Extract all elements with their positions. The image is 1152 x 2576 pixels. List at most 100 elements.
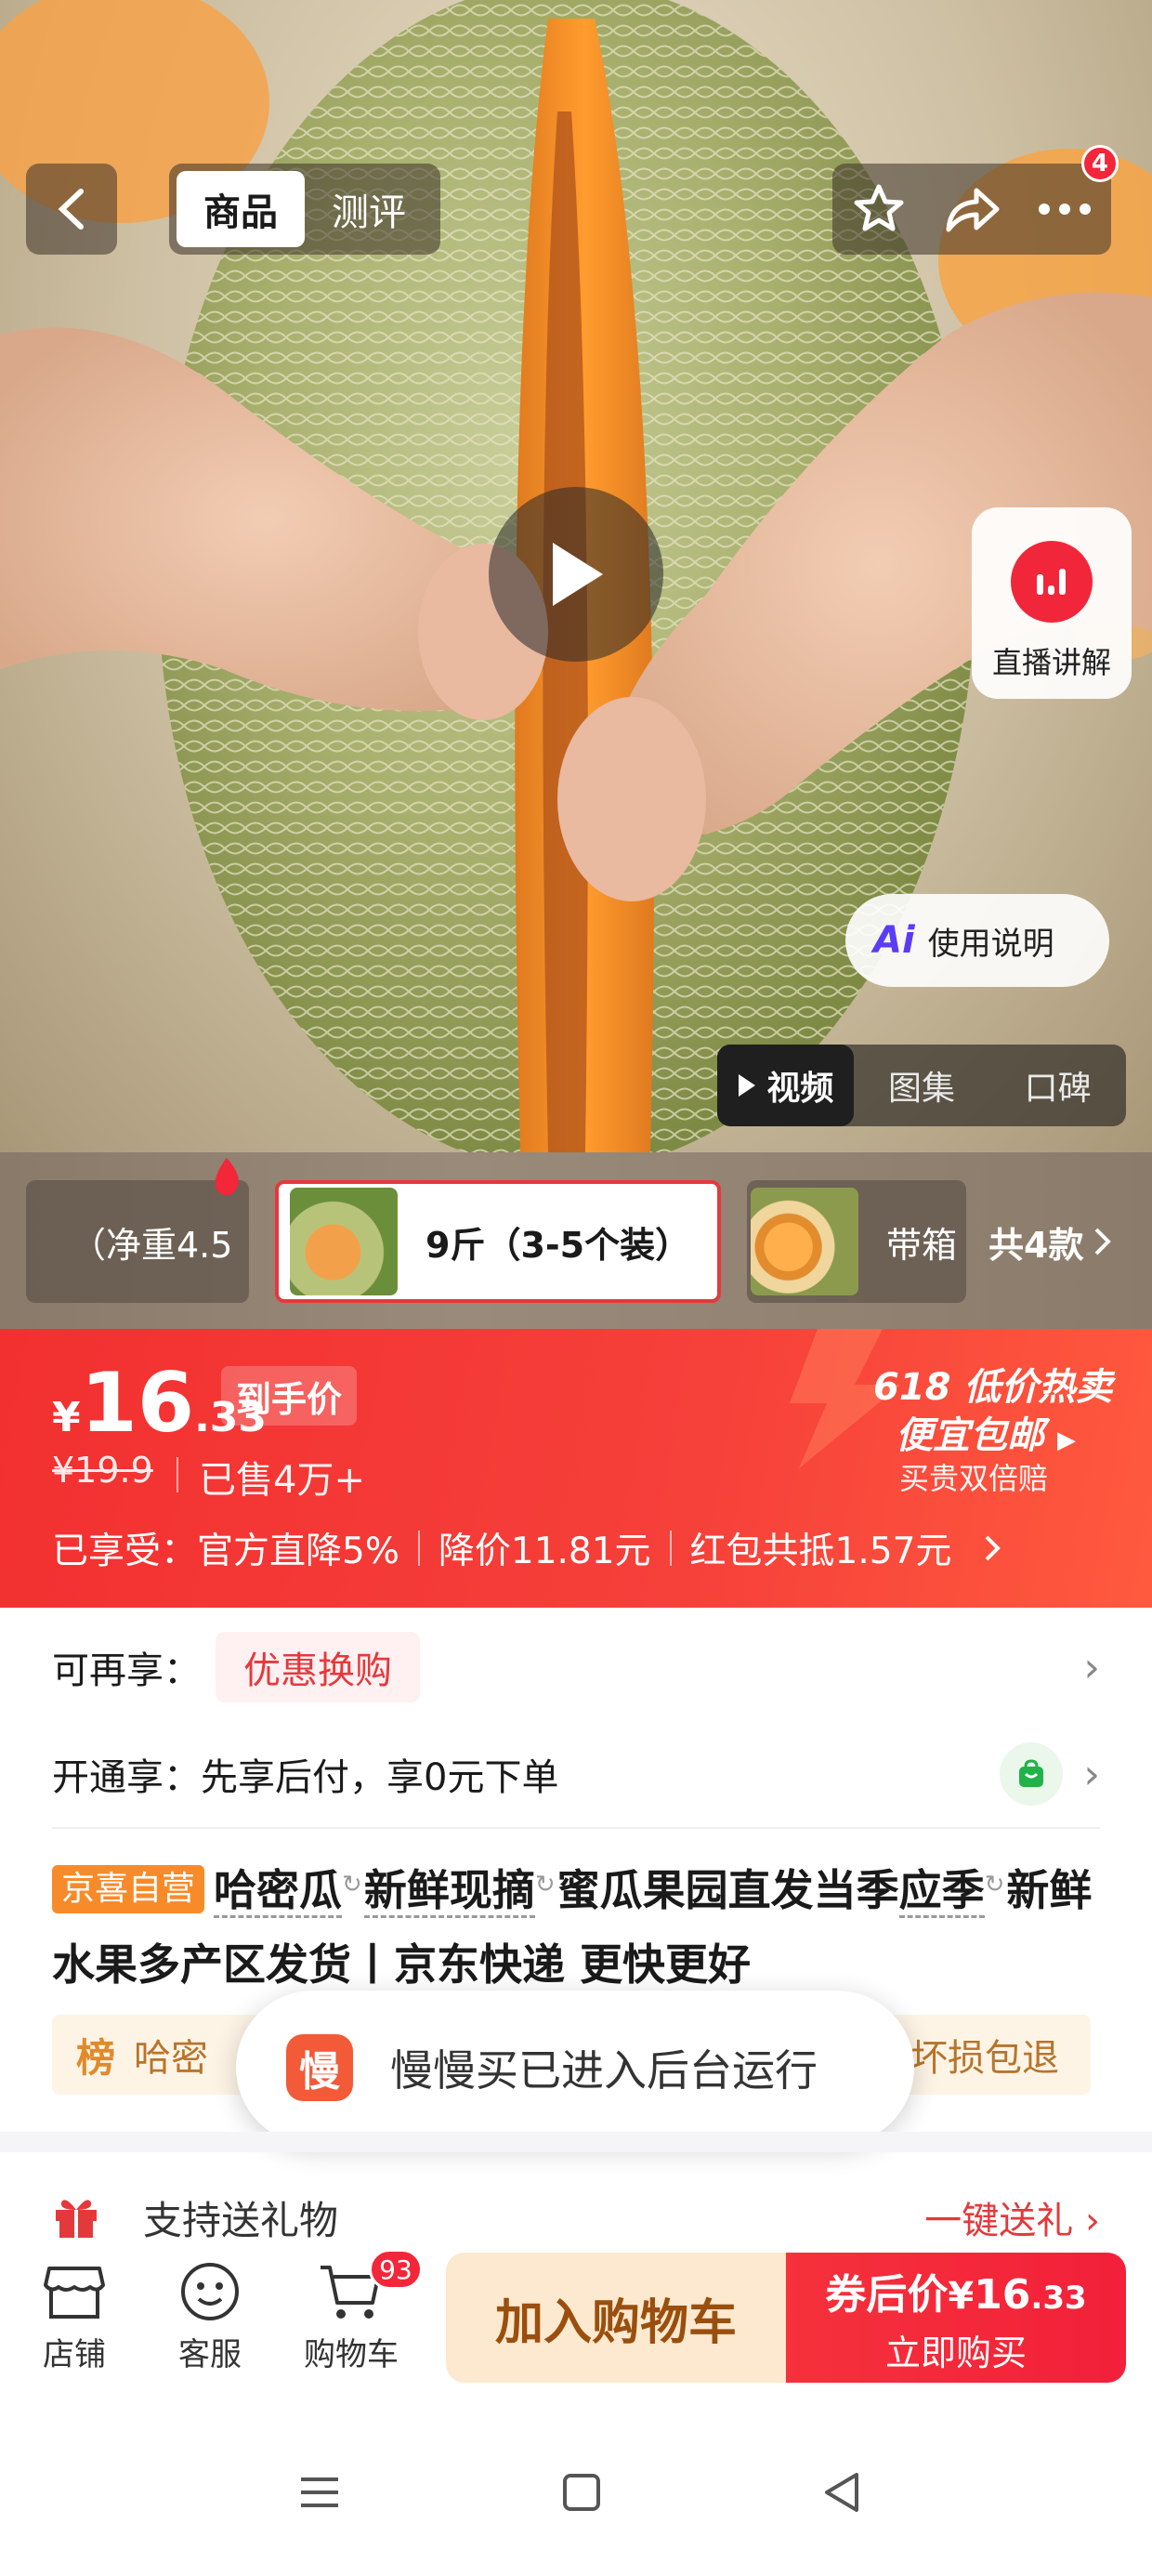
- customer-service-button[interactable]: 客服: [154, 2254, 266, 2374]
- sku-option-label: 9斤（3-5个装）: [425, 1224, 691, 1266]
- smile-icon: [178, 2254, 242, 2329]
- tab-review[interactable]: 测评: [305, 171, 433, 247]
- currency-symbol: ¥: [948, 2274, 975, 2318]
- sku-option[interactable]: （净重4.5: [26, 1180, 249, 1303]
- cart-label: 购物车: [304, 2336, 399, 2373]
- more-offers-row[interactable]: 可再享： 优惠换购 ›: [52, 1621, 1100, 1714]
- play-small-icon: [739, 1074, 756, 1097]
- sold-count: 已售4万+: [199, 1459, 365, 1502]
- search-mark-icon: ↻: [534, 1871, 556, 1899]
- chevron-right-icon: [1095, 1228, 1112, 1255]
- title-text: 蜜瓜果园直发当季: [556, 1865, 899, 1915]
- divider: [177, 1457, 178, 1492]
- usage-guide-button[interactable]: Ai 使用说明: [845, 894, 1109, 987]
- media-tab-video[interactable]: 视频: [717, 1045, 854, 1126]
- product-title: 京喜自营 哈密瓜↻新鲜现摘↻蜜瓜果园直发当季应季↻新鲜水果多产区发货丨京东快递 更…: [52, 1847, 1102, 2002]
- coupon-price-decimal: .33: [1030, 2279, 1087, 2317]
- self-operated-badge: 京喜自营: [52, 1865, 205, 1913]
- more-dots-icon: [1039, 204, 1091, 215]
- live-bars-icon: [1011, 541, 1093, 623]
- share-icon: [946, 188, 1000, 232]
- discount-item: 官方直降5%: [197, 1531, 399, 1572]
- keyword-link[interactable]: 应季: [898, 1865, 985, 1918]
- sku-option[interactable]: 带箱: [747, 1180, 966, 1303]
- chevron-right-icon: ›: [1083, 1750, 1100, 1798]
- discount-item: 降价11.81元: [438, 1531, 651, 1572]
- chevron-right-icon: ›: [1083, 1643, 1100, 1691]
- back-nav-button[interactable]: [786, 2455, 897, 2530]
- open-benefit-text: 先享后付，享0元下单: [201, 1756, 559, 1799]
- toast-message: 慢慢买已进入后台运行: [390, 2045, 818, 2096]
- add-to-cart-button[interactable]: 加入购物车: [446, 2253, 786, 2383]
- sku-count-button[interactable]: 共4款: [988, 1180, 1113, 1303]
- tab-product[interactable]: 商品: [177, 171, 305, 247]
- buy-now-button[interactable]: 券后价¥16.33 立即购买: [786, 2253, 1126, 2383]
- coupon-price: 券后价¥16.33: [825, 2261, 1086, 2320]
- open-benefit-row[interactable]: 开通享： 先享后付，享0元下单 ›: [52, 1723, 1100, 1825]
- triangle-right-icon: ▶: [1056, 1426, 1076, 1454]
- price-guarantee: 买贵双倍赔: [899, 1461, 1049, 1496]
- usage-guide-label: 使用说明: [927, 925, 1054, 963]
- free-shipping-link[interactable]: 便宜包邮 ▶: [896, 1405, 1076, 1459]
- ranking-icon: 榜: [76, 2034, 116, 2081]
- sku-option-label: （净重4.5: [71, 1224, 233, 1266]
- chevron-left-icon: [58, 189, 84, 230]
- divider: [52, 1827, 1100, 1829]
- open-benefit-label: 开通享：: [52, 1756, 201, 1799]
- coupon-price-integer: 16: [974, 2270, 1031, 2319]
- share-button[interactable]: [925, 164, 1018, 255]
- divider: [669, 1531, 672, 1566]
- bottom-action-bar: 店铺 客服 93 购物车 加入购物车 券后价¥16.33 立即购买: [0, 2238, 1152, 2409]
- media-tabs: 视频 图集 口碑: [717, 1045, 1126, 1126]
- play-icon: [553, 543, 603, 606]
- discount-details[interactable]: 已享受： 官方直降5% 降价11.81元 红包共抵1.57元: [52, 1522, 1001, 1574]
- final-price-tag: 到手价: [221, 1366, 358, 1426]
- sku-count-label: 共4款: [988, 1224, 1084, 1266]
- live-explain-label: 直播讲解: [991, 645, 1111, 680]
- app-logo-icon: 慢: [286, 2034, 353, 2101]
- trade-in-coupon[interactable]: 优惠换购: [216, 1632, 420, 1702]
- sku-selector: （净重4.5 9斤（3-5个装） 带箱 共4款: [0, 1152, 1152, 1329]
- search-mark-icon: ↻: [984, 1871, 1005, 1899]
- message-badge: 4: [1080, 145, 1119, 182]
- media-tab-reputation[interactable]: 口碑: [989, 1045, 1126, 1126]
- product-media-hero[interactable]: 商品 测评 4 直播讲解 Ai 使用说明 视频 图集 口碑: [0, 0, 1152, 1152]
- price-banner: ¥ 16 .33 到手价 ¥19.9 已售4万+ 已享受： 官方直降5% 降价1…: [0, 1329, 1152, 1608]
- keyword-link[interactable]: 新鲜现摘: [363, 1865, 535, 1918]
- cart-button[interactable]: 93 购物车: [295, 2249, 423, 2374]
- back-button[interactable]: [26, 164, 117, 255]
- store-icon: [42, 2254, 107, 2329]
- home-nav-button[interactable]: [526, 2455, 637, 2530]
- system-nav-bar: [0, 2409, 1152, 2576]
- ai-icon: Ai: [873, 919, 915, 962]
- menu-nav-button[interactable]: [264, 2455, 375, 2530]
- more-button[interactable]: 4: [1018, 145, 1119, 255]
- hot-flame-icon: [215, 1158, 239, 1195]
- damage-refund-text: 坏损包退: [910, 2037, 1059, 2080]
- back-triangle-icon: [825, 2473, 858, 2512]
- cart-count-badge: 93: [369, 2249, 423, 2290]
- send-gift-link[interactable]: 一键送礼 ›: [924, 2190, 1100, 2244]
- keyword-link[interactable]: 哈密瓜: [214, 1865, 343, 1918]
- sku-thumbnail: [751, 1188, 858, 1295]
- currency-symbol: ¥: [52, 1394, 81, 1441]
- media-tab-video-label: 视频: [766, 1070, 834, 1108]
- store-button[interactable]: 店铺: [19, 2254, 130, 2374]
- original-price: ¥19.9: [52, 1450, 153, 1491]
- chevron-right-icon: [985, 1535, 1001, 1561]
- free-shipping-label: 便宜包邮: [896, 1414, 1044, 1457]
- star-icon: [854, 184, 904, 231]
- promo-title: 618 低价热卖: [873, 1366, 1113, 1409]
- sku-option-selected[interactable]: 9斤（3-5个装）: [275, 1180, 721, 1303]
- media-tab-gallery[interactable]: 图集: [854, 1045, 990, 1126]
- favorite-button[interactable]: [832, 164, 925, 255]
- header-actions: 4: [832, 145, 1119, 255]
- discount-item: 红包共抵1.57元: [689, 1531, 952, 1572]
- play-video-button[interactable]: [489, 487, 663, 662]
- discount-prefix: 已享受：: [52, 1531, 198, 1572]
- header-tabs: 商品 测评: [169, 164, 440, 255]
- live-explain-button[interactable]: 直播讲解: [972, 507, 1132, 699]
- price-integer: 16: [80, 1355, 195, 1451]
- home-square-icon: [563, 2474, 600, 2511]
- sku-option-label: 带箱: [886, 1224, 958, 1266]
